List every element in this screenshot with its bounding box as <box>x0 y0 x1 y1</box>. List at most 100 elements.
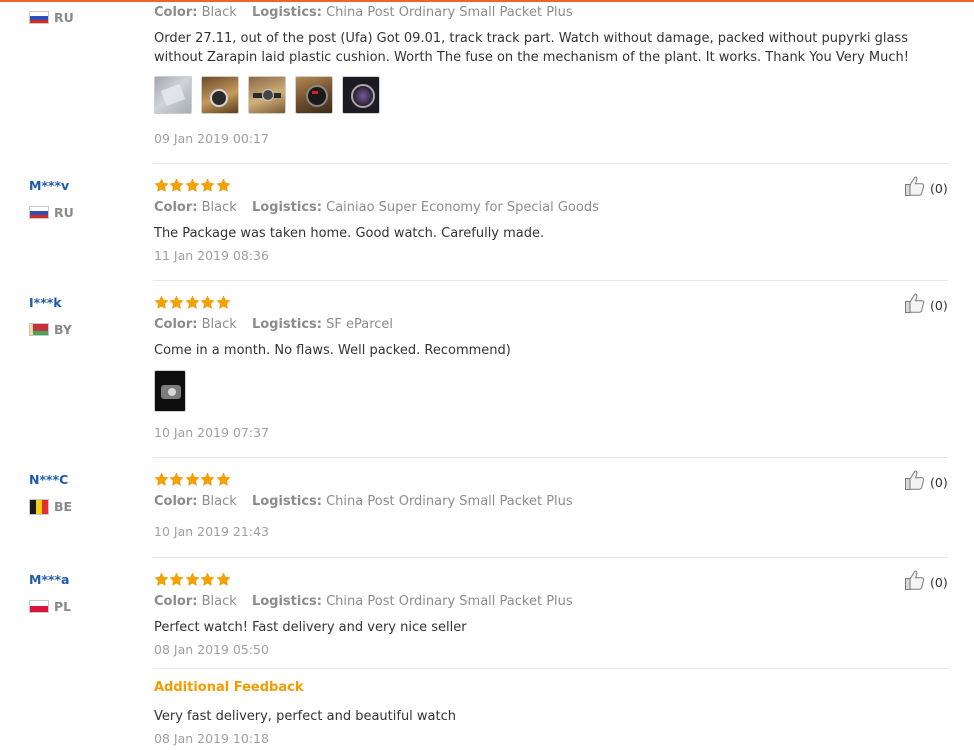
thumbs-up-icon <box>904 469 927 495</box>
review-attributes: Color: Black Logistics: Cainiao Super Ec… <box>154 200 599 215</box>
helpful-button[interactable]: (0) <box>904 175 948 201</box>
country-code: BE <box>54 499 73 514</box>
logistics-value: China Post Ordinary Small Packet Plus <box>326 5 573 20</box>
star-icon <box>169 472 184 486</box>
star-rating <box>154 295 231 311</box>
review-photo-thumbnail[interactable] <box>201 76 239 114</box>
review-text: Perfect watch! Fast delivery and very ni… <box>154 620 467 635</box>
star-icon <box>185 295 200 309</box>
thumbs-up-icon <box>904 569 927 595</box>
logistics-label: Logistics: <box>251 594 322 609</box>
star-icon <box>154 472 169 486</box>
helpful-count: (0) <box>930 474 948 490</box>
reviewer-name: I***k <box>29 295 62 310</box>
star-rating <box>154 178 231 194</box>
star-icon <box>216 472 231 486</box>
review-photo-thumbnail[interactable] <box>154 76 192 114</box>
review-divider <box>153 280 948 281</box>
logistics-label: Logistics: <box>251 494 322 509</box>
star-icon <box>200 295 215 309</box>
review-divider <box>153 557 948 558</box>
star-icon <box>169 572 184 586</box>
additional-feedback-date: 08 Jan 2019 10:18 <box>154 731 269 746</box>
review-date: 10 Jan 2019 21:43 <box>154 524 269 539</box>
color-label: Color: <box>154 594 198 609</box>
review-photo-thumbnail[interactable] <box>154 370 186 412</box>
reviewer-name: N***C <box>29 472 69 487</box>
flag-pl-icon <box>29 600 49 613</box>
review-date: 09 Jan 2019 00:17 <box>154 131 269 146</box>
review-date: 08 Jan 2019 05:50 <box>154 642 269 657</box>
review-attributes: Color: Black Logistics: China Post Ordin… <box>154 494 573 509</box>
star-icon <box>169 178 184 192</box>
additional-feedback-text: Very fast delivery, perfect and beautifu… <box>154 709 457 724</box>
star-icon <box>154 178 169 192</box>
logistics-value: Cainiao Super Economy for Special Goods <box>326 200 599 215</box>
color-value: Black <box>201 317 237 332</box>
helpful-count: (0) <box>930 574 948 590</box>
reviewer-name: M***v <box>29 178 70 193</box>
thumbs-up-icon <box>904 175 927 201</box>
helpful-button[interactable]: (0) <box>904 469 948 495</box>
flag-be-icon <box>29 499 49 515</box>
logistics-value: China Post Ordinary Small Packet Plus <box>326 494 573 509</box>
review-text: Order 27.11, out of the post (Ufa) Got 0… <box>154 31 909 65</box>
star-icon <box>185 472 200 486</box>
color-value: Black <box>201 5 237 20</box>
review-photos <box>154 370 195 412</box>
review-photo-thumbnail[interactable] <box>342 76 380 114</box>
review-date: 11 Jan 2019 08:36 <box>154 248 269 263</box>
helpful-count: (0) <box>930 180 948 196</box>
star-icon <box>216 295 231 309</box>
logistics-value: SF eParcel <box>326 317 394 332</box>
review-photo-thumbnail[interactable] <box>248 76 286 114</box>
color-label: Color: <box>154 317 198 332</box>
review-attributes: Color: Black Logistics: SF eParcel <box>154 317 393 332</box>
star-icon <box>185 572 200 586</box>
star-rating <box>154 572 231 588</box>
star-icon <box>154 295 169 309</box>
star-icon <box>185 178 200 192</box>
country-code: PL <box>54 599 72 614</box>
country-code: BY <box>54 322 72 337</box>
color-value: Black <box>201 494 237 509</box>
review-divider <box>153 163 948 164</box>
flag-by-icon <box>29 323 49 336</box>
color-label: Color: <box>154 200 198 215</box>
helpful-button[interactable]: (0) <box>904 292 948 318</box>
star-icon <box>216 572 231 586</box>
star-icon <box>169 295 184 309</box>
color-value: Black <box>201 200 237 215</box>
logistics-label: Logistics: <box>251 200 322 215</box>
additional-feedback-divider <box>153 668 948 669</box>
star-icon <box>200 178 215 192</box>
reviewer-name: M***a <box>29 572 70 587</box>
review-attributes: Color: Black Logistics: China Post Ordin… <box>154 5 573 20</box>
star-icon <box>200 572 215 586</box>
top-border <box>0 0 974 2</box>
review-text: Come in a month. No flaws. Well packed. … <box>154 343 511 358</box>
country-code: RU <box>54 10 74 25</box>
review-text: The Package was taken home. Good watch. … <box>154 226 545 241</box>
review-divider <box>153 457 948 458</box>
logistics-value: China Post Ordinary Small Packet Plus <box>326 594 573 609</box>
review-photos <box>154 76 389 114</box>
star-icon <box>200 472 215 486</box>
review-photo-thumbnail[interactable] <box>295 76 333 114</box>
helpful-button[interactable]: (0) <box>904 569 948 595</box>
color-value: Black <box>201 594 237 609</box>
thumbs-up-icon <box>904 292 927 318</box>
color-label: Color: <box>154 494 198 509</box>
logistics-label: Logistics: <box>251 317 322 332</box>
star-icon <box>154 572 169 586</box>
color-label: Color: <box>154 5 198 20</box>
flag-ru-icon <box>29 11 49 24</box>
review-attributes: Color: Black Logistics: China Post Ordin… <box>154 594 573 609</box>
star-icon <box>216 178 231 192</box>
additional-feedback-heading: Additional Feedback <box>154 680 304 695</box>
star-rating <box>154 472 231 488</box>
flag-ru-icon <box>29 206 49 219</box>
logistics-label: Logistics: <box>251 5 322 20</box>
helpful-count: (0) <box>930 297 948 313</box>
review-date: 10 Jan 2019 07:37 <box>154 425 269 440</box>
